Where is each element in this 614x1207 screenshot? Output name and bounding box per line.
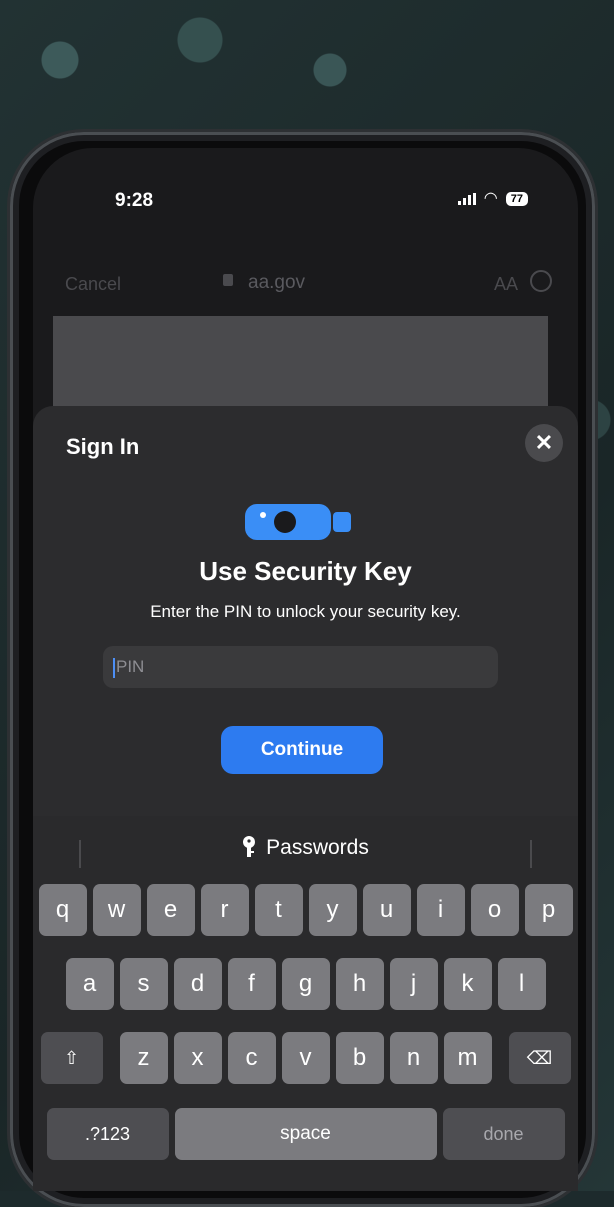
key-o[interactable]: o	[470, 884, 519, 936]
key-w[interactable]: w	[92, 884, 141, 936]
reload-icon[interactable]	[530, 270, 552, 292]
cancel-link[interactable]: Cancel	[65, 274, 121, 295]
key-h[interactable]: h	[335, 958, 384, 1010]
key-q[interactable]: q	[38, 884, 87, 936]
key-n[interactable]: n	[389, 1032, 438, 1084]
webpage-content	[53, 316, 548, 416]
key-z[interactable]: z	[119, 1032, 168, 1084]
key-x[interactable]: x	[173, 1032, 222, 1084]
status-time: 9:28	[115, 190, 154, 211]
key-y[interactable]: y	[308, 884, 357, 936]
key-j[interactable]: j	[389, 958, 438, 1010]
shift-key[interactable]: ⇧	[40, 1032, 103, 1084]
keyboard: Passwords q w e r t y u i o p a s d f g …	[33, 816, 578, 1191]
key-t[interactable]: t	[254, 884, 303, 936]
key-u[interactable]: u	[362, 884, 411, 936]
key-d[interactable]: d	[173, 958, 222, 1010]
keyboard-row-3: ⇧ z x c v b n m ⌫	[33, 1032, 578, 1084]
key-s[interactable]: s	[119, 958, 168, 1010]
key-v[interactable]: v	[281, 1032, 330, 1084]
key-a[interactable]: a	[65, 958, 114, 1010]
close-icon: ✕	[534, 430, 554, 455]
pin-input[interactable]: PIN	[103, 646, 498, 688]
key-m[interactable]: m	[443, 1032, 492, 1084]
key-r[interactable]: r	[200, 884, 249, 936]
passwords-label: Passwords	[266, 836, 369, 859]
space-key[interactable]: space	[174, 1108, 437, 1160]
sheet-title: Sign In	[66, 434, 140, 459]
phone-screen: 9:28 ◠ 77 Cancel aa.gov AA Sign In ✕ Use…	[33, 148, 578, 1191]
continue-button[interactable]: Continue	[221, 726, 383, 774]
keyboard-toolbar: Passwords	[33, 816, 578, 882]
status-bar: 9:28 ◠ 77	[33, 148, 578, 248]
sheet-heading: Use Security Key	[199, 556, 412, 586]
key-icon	[243, 836, 256, 857]
numbers-key[interactable]: .?123	[46, 1108, 169, 1160]
key-e[interactable]: e	[146, 884, 195, 936]
battery-icon: 77	[505, 192, 528, 206]
lock-icon	[223, 274, 233, 286]
key-k[interactable]: k	[443, 958, 492, 1010]
status-icons: ◠ 77	[457, 190, 528, 207]
keyboard-row-2: a s d f g h j k l	[33, 958, 578, 1010]
shift-icon: ⇧	[63, 1048, 80, 1068]
keyboard-row-4: .?123 space done	[33, 1108, 578, 1160]
sheet-subtitle: Enter the PIN to unlock your security ke…	[150, 602, 461, 621]
key-b[interactable]: b	[335, 1032, 384, 1084]
security-key-icon	[245, 504, 351, 540]
key-i[interactable]: i	[416, 884, 465, 936]
key-c[interactable]: c	[227, 1032, 276, 1084]
signal-icon	[457, 193, 476, 205]
keyboard-row-1: q w e r t y u i o p	[33, 884, 578, 936]
delete-key[interactable]: ⌫	[508, 1032, 571, 1084]
passwords-button[interactable]: Passwords	[33, 836, 578, 860]
key-l[interactable]: l	[497, 958, 546, 1010]
delete-icon: ⌫	[526, 1048, 553, 1068]
key-p[interactable]: p	[524, 884, 573, 936]
wifi-icon: ◠	[483, 190, 498, 207]
pin-placeholder: PIN	[116, 657, 145, 676]
key-g[interactable]: g	[281, 958, 330, 1010]
reader-aa-button[interactable]: AA	[494, 274, 518, 295]
done-key[interactable]: done	[442, 1108, 565, 1160]
close-button[interactable]: ✕	[525, 424, 563, 462]
key-f[interactable]: f	[227, 958, 276, 1010]
toolbar-divider-right	[530, 840, 532, 868]
url-text[interactable]: aa.gov	[248, 272, 305, 294]
browser-bar: Cancel aa.gov AA	[33, 258, 578, 318]
